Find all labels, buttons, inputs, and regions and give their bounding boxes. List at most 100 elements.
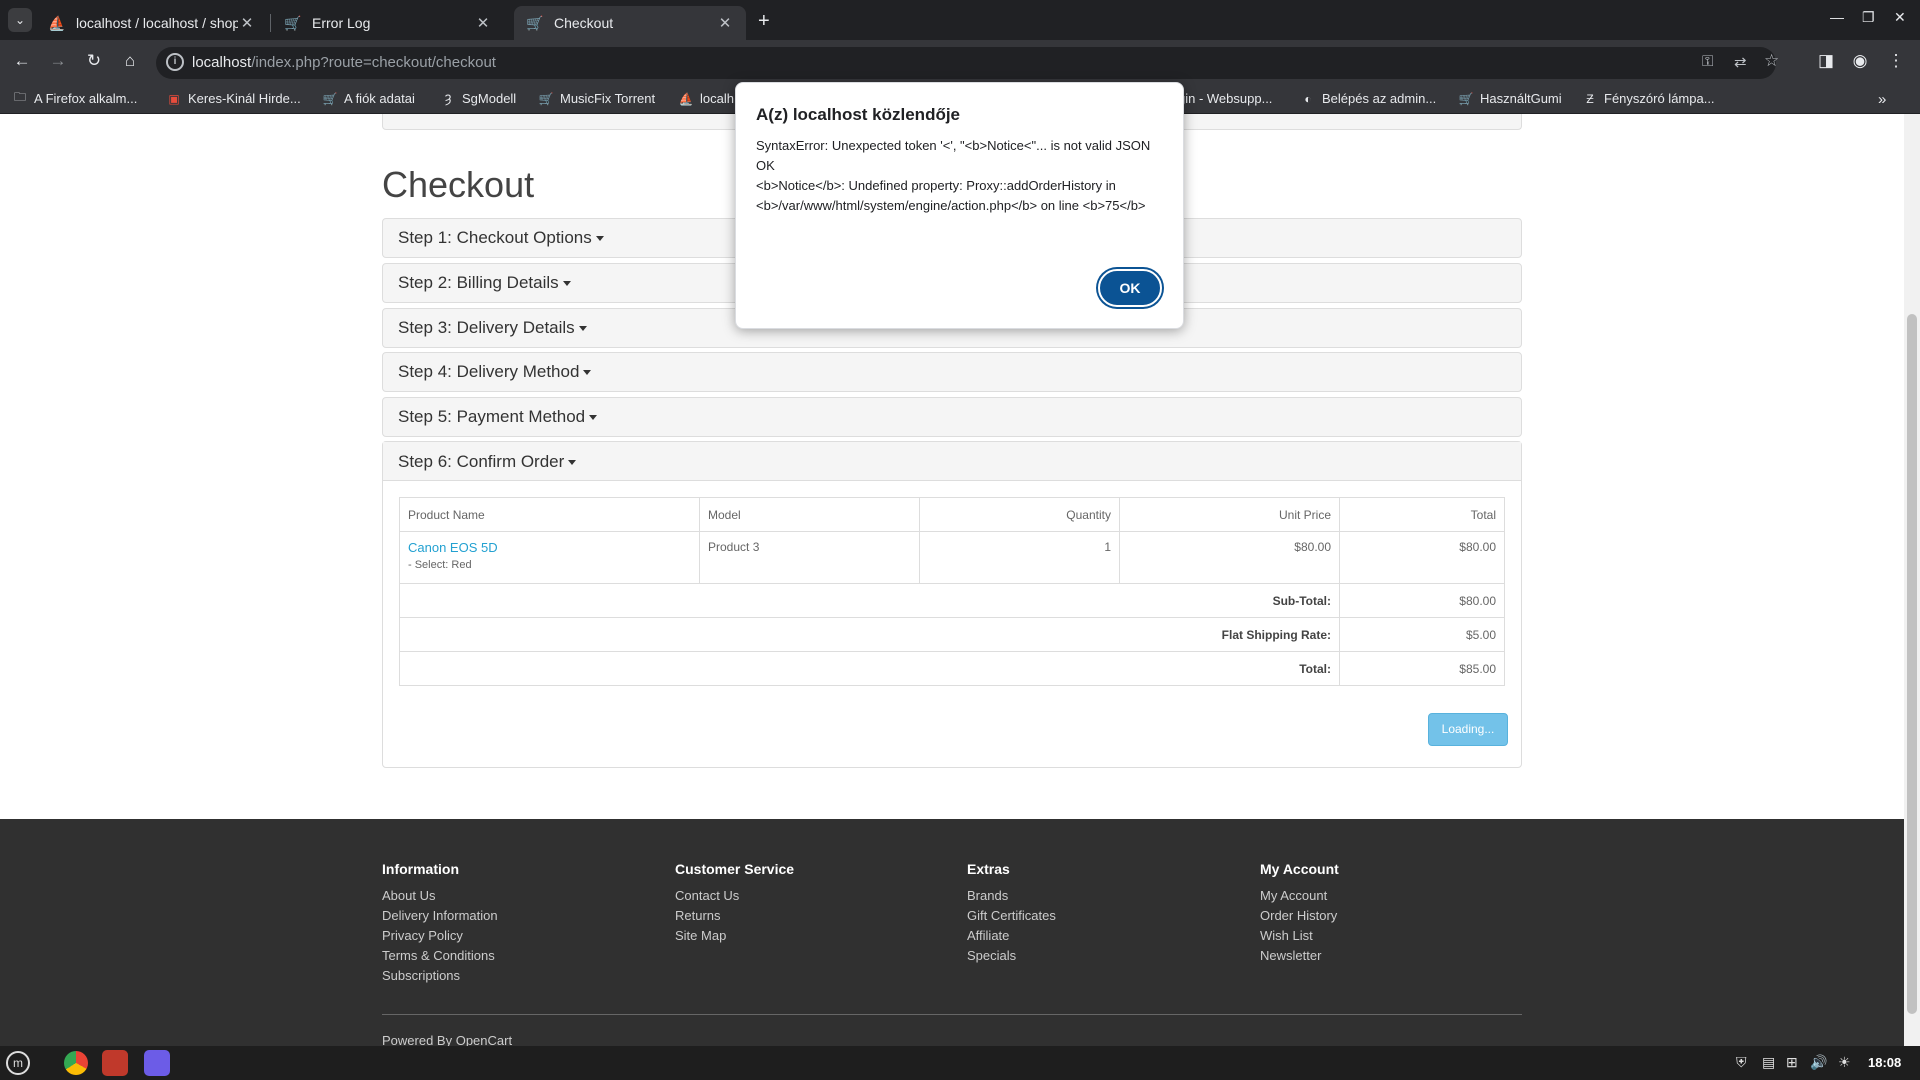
- folder-icon: 🗀: [13, 90, 26, 104]
- column-header: Product Name: [399, 497, 700, 532]
- footer-link[interactable]: Delivery Information: [382, 906, 498, 926]
- tab-error-log[interactable]: 🛒 Error Log ✕: [272, 6, 504, 40]
- bookmark-item[interactable]: Ȝ SgModell: [440, 91, 516, 106]
- page-scrollbar[interactable]: [1904, 114, 1920, 1046]
- footer-link[interactable]: Order History: [1260, 906, 1339, 926]
- site-icon: ◐: [1304, 91, 1312, 106]
- unit-price-cell: $80.00: [1119, 531, 1340, 584]
- bookmark-item[interactable]: ⛵ localh: [678, 91, 734, 106]
- footer-link[interactable]: About Us: [382, 886, 498, 906]
- bookmark-item[interactable]: Ƶ Fényszóró lámpa...: [1582, 91, 1714, 106]
- side-panel-icon[interactable]: ◨: [1814, 51, 1838, 71]
- step-title[interactable]: Step 3: Delivery Details: [398, 318, 575, 337]
- start-menu-icon[interactable]: m: [6, 1051, 30, 1075]
- text-editor-icon[interactable]: [144, 1050, 170, 1076]
- opencart-link[interactable]: OpenCart: [456, 1033, 512, 1046]
- totals-label: Total:: [399, 651, 1340, 686]
- footer-link[interactable]: Wish List: [1260, 926, 1339, 946]
- close-window-icon[interactable]: ✕: [1894, 9, 1906, 26]
- minimize-icon[interactable]: —: [1830, 9, 1844, 25]
- step-title[interactable]: Step 6: Confirm Order: [398, 452, 564, 471]
- footer-link[interactable]: Site Map: [675, 926, 794, 946]
- footer-link[interactable]: Terms & Conditions: [382, 946, 498, 966]
- footer-link[interactable]: Contact Us: [675, 886, 794, 906]
- tab-search-button[interactable]: ⌄: [8, 8, 32, 32]
- footer-link[interactable]: Brands: [967, 886, 1056, 906]
- product-link[interactable]: Canon EOS 5D: [408, 540, 498, 555]
- step-title[interactable]: Step 2: Billing Details: [398, 273, 559, 292]
- reload-icon[interactable]: ↻: [82, 51, 106, 71]
- chrome-icon[interactable]: [64, 1051, 88, 1075]
- bookmark-item[interactable]: 🗀 A Firefox alkalm...: [12, 90, 137, 106]
- shield-icon[interactable]: ⛨: [1736, 1054, 1747, 1071]
- brightness-icon[interactable]: ☀: [1838, 1054, 1851, 1071]
- address-bar[interactable]: i localhost/index.php?route=checkout/che…: [156, 47, 1779, 79]
- footer-link[interactable]: Privacy Policy: [382, 926, 498, 946]
- step-panel[interactable]: Step 5: Payment Method: [382, 397, 1522, 437]
- password-key-icon[interactable]: ⚿: [1702, 53, 1713, 70]
- scrollbar-thumb[interactable]: [1907, 314, 1917, 1014]
- bookmark-item[interactable]: ▣ Keres-Kinál Hirde...: [166, 91, 300, 106]
- network-icon[interactable]: ⊞: [1786, 1054, 1798, 1071]
- navigation-bar: ← → ↻ ⌂ i localhost/index.php?route=chec…: [0, 40, 1920, 86]
- tab-title: Error Log: [312, 15, 371, 31]
- forward-icon[interactable]: →: [46, 51, 70, 71]
- footer-column-extras: Extras Brands Gift Certificates Affiliat…: [967, 861, 1056, 966]
- footer-link[interactable]: Subscriptions: [382, 966, 498, 986]
- ok-button[interactable]: OK: [1098, 269, 1162, 307]
- footer-link[interactable]: Gift Certificates: [967, 906, 1056, 926]
- quantity-cell: 1: [919, 531, 1120, 584]
- more-bookmarks-icon[interactable]: »: [1878, 91, 1886, 108]
- bookmark-item[interactable]: 🛒 MusicFix Torrent: [538, 91, 656, 106]
- totals-row: Flat Shipping Rate: $5.00: [399, 617, 1505, 652]
- step-panel[interactable]: Step 4: Delivery Method: [382, 352, 1522, 392]
- bookmark-item[interactable]: ◐ Belépés az admin...: [1300, 91, 1436, 106]
- site-info-icon[interactable]: i: [166, 53, 184, 71]
- close-tab-icon[interactable]: ✕: [474, 14, 492, 32]
- dialog-message: SyntaxError: Unexpected token '<', "<b>N…: [756, 136, 1176, 216]
- clipboard-icon[interactable]: ▤: [1762, 1054, 1775, 1071]
- footer-divider: [382, 1014, 1522, 1015]
- footer-link[interactable]: Returns: [675, 906, 794, 926]
- restore-icon[interactable]: ❐: [1862, 9, 1875, 26]
- model-cell: Product 3: [699, 531, 920, 584]
- tab-checkout[interactable]: 🛒 Checkout ✕: [514, 6, 746, 40]
- confirm-order-panel: Step 6: Confirm Order Product Name Model…: [382, 441, 1522, 768]
- footer-link[interactable]: Affiliate: [967, 926, 1056, 946]
- back-icon[interactable]: ←: [10, 51, 34, 71]
- column-header: Model: [699, 497, 920, 532]
- confirm-order-button[interactable]: Loading...: [1428, 713, 1508, 746]
- bookmark-item[interactable]: 🛒 HasználtGumi: [1458, 91, 1562, 106]
- column-header: Total: [1339, 497, 1505, 532]
- cart-icon: 🛒: [526, 14, 544, 31]
- home-icon[interactable]: ⌂: [118, 51, 142, 71]
- step-title[interactable]: Step 1: Checkout Options: [398, 228, 592, 247]
- clock[interactable]: 18:08: [1868, 1055, 1901, 1070]
- bookmark-item[interactable]: gin - Websupp...: [1178, 91, 1272, 106]
- footer-link[interactable]: My Account: [1260, 886, 1339, 906]
- translate-icon[interactable]: ⇄: [1734, 53, 1747, 71]
- footer-link[interactable]: Specials: [967, 946, 1056, 966]
- caret-down-icon: [589, 415, 598, 421]
- cart-icon: 🛒: [322, 91, 338, 106]
- bookmark-star-icon[interactable]: ☆: [1764, 51, 1779, 71]
- menu-kebab-icon[interactable]: ⋮: [1884, 51, 1908, 71]
- footer-link[interactable]: Newsletter: [1260, 946, 1339, 966]
- tab-phpmyadmin[interactable]: ⛵ localhost / localhost / shop ✕: [36, 6, 268, 40]
- volume-icon[interactable]: 🔊: [1810, 1054, 1827, 1071]
- dialog-line: <b>Notice</b>: Undefined property: Proxy…: [756, 178, 1146, 213]
- close-tab-icon[interactable]: ✕: [716, 14, 734, 32]
- step-title[interactable]: Step 4: Delivery Method: [398, 362, 579, 381]
- new-tab-icon[interactable]: +: [758, 10, 770, 33]
- step-title[interactable]: Step 5: Payment Method: [398, 407, 585, 426]
- tab-title: Checkout: [554, 15, 614, 31]
- bookmark-item[interactable]: 🛒 A fiók adatai: [322, 91, 415, 106]
- caret-down-icon: [595, 236, 604, 242]
- file-manager-icon[interactable]: [102, 1050, 128, 1076]
- totals-value: $5.00: [1339, 617, 1505, 652]
- caret-down-icon: [583, 370, 592, 376]
- profile-avatar-icon[interactable]: ◉: [1848, 51, 1872, 71]
- close-tab-icon[interactable]: ✕: [238, 14, 256, 32]
- footer-column-customer-service: Customer Service Contact Us Returns Site…: [675, 861, 794, 946]
- dialog-line: OK: [756, 158, 775, 173]
